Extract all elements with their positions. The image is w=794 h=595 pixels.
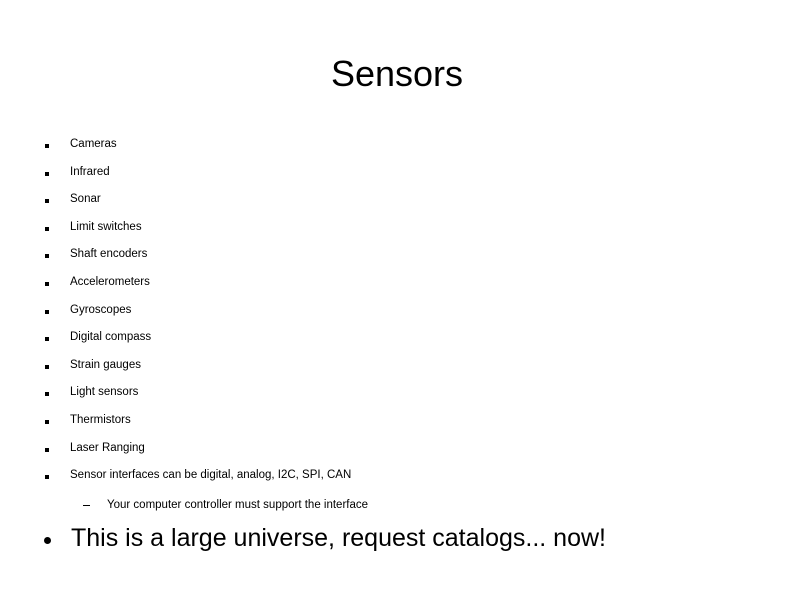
list-item: Light sensors: [0, 383, 794, 411]
square-bullet-icon: [45, 392, 49, 397]
list-item: Gyroscopes: [0, 301, 794, 329]
list-item: Sonar: [0, 190, 794, 218]
square-bullet-icon: [45, 309, 49, 314]
dash-bullet-icon: [83, 504, 90, 507]
list-item-label: Limit switches: [70, 220, 142, 233]
page-title: Sensors: [330, 53, 464, 94]
square-bullet-icon: [45, 419, 49, 424]
presentation-slide: Sensors Cameras Infrared Sonar Limit swi…: [0, 0, 794, 595]
list-item-label: Cameras: [70, 138, 117, 150]
list-item-label: Digital compass: [70, 331, 152, 344]
square-bullet-icon: [45, 226, 49, 231]
list-item: Digital compass: [0, 328, 794, 356]
square-bullet-icon: [45, 475, 49, 480]
list-item: Shaft encoders: [0, 245, 794, 273]
square-bullet-icon: [45, 254, 49, 259]
sub-list-item-label: Your computer controller must support th…: [107, 498, 369, 511]
list-item: Thermistors: [0, 411, 794, 439]
square-bullet-icon: [45, 447, 49, 452]
final-callout-label: This is a large universe, request catalo…: [71, 524, 606, 552]
sensor-bullet-list: Cameras Infrared Sonar Limit switches Sh…: [0, 135, 794, 520]
square-bullet-icon: [45, 144, 49, 148]
list-item-label: Laser Ranging: [70, 441, 145, 454]
list-item-label: Thermistors: [70, 413, 131, 426]
list-item-label: Strain gauges: [70, 358, 141, 371]
list-item: Strain gauges: [0, 356, 794, 384]
square-bullet-icon: [45, 364, 49, 369]
list-item: Accelerometers: [0, 273, 794, 301]
sub-list-item: Your computer controller must support th…: [0, 494, 794, 520]
final-callout: This is a large universe, request catalo…: [0, 521, 794, 561]
list-item: Infrared: [0, 163, 794, 191]
square-bullet-icon: [45, 281, 49, 286]
list-item-label: Accelerometers: [70, 275, 150, 288]
list-item: Sensor interfaces can be digital, analog…: [0, 466, 794, 494]
list-item: Laser Ranging: [0, 439, 794, 467]
square-bullet-icon: [45, 337, 49, 342]
list-item-label: Shaft encoders: [70, 248, 148, 261]
list-item: Limit switches: [0, 218, 794, 246]
list-item-label: Sonar: [70, 193, 101, 206]
list-item-label: Sensor interfaces can be digital, analog…: [70, 469, 352, 482]
list-item-label: Infrared: [70, 165, 110, 178]
square-bullet-icon: [45, 171, 49, 176]
list-item: Cameras: [0, 135, 794, 163]
disc-bullet-icon: [44, 537, 51, 544]
square-bullet-icon: [45, 199, 49, 204]
list-item-label: Gyroscopes: [70, 303, 132, 316]
list-item-label: Light sensors: [70, 386, 139, 399]
